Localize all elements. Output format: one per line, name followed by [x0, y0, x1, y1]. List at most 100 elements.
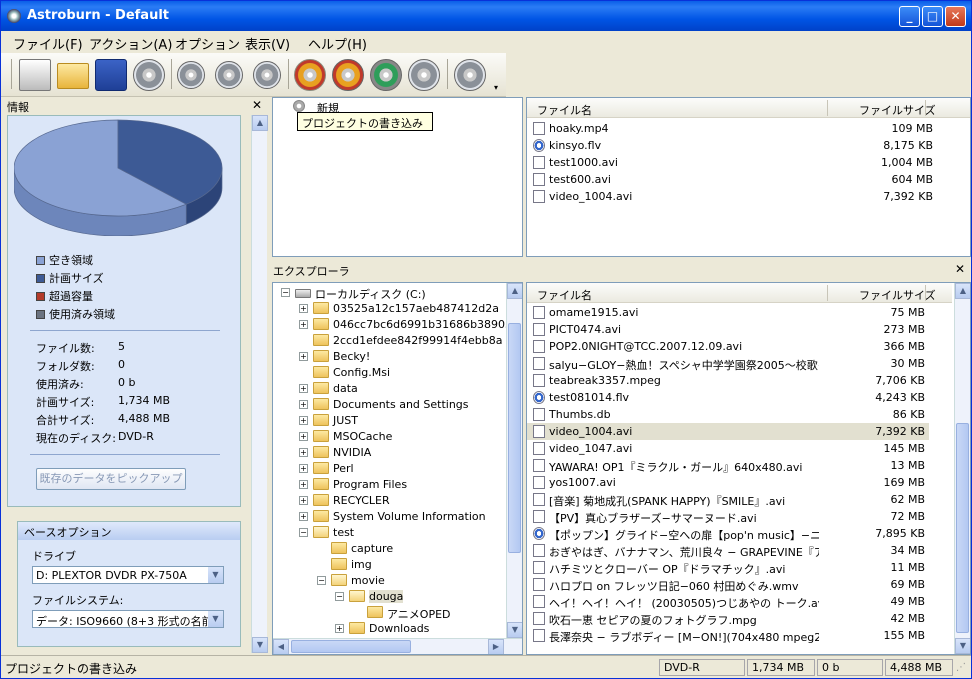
- list-item[interactable]: PICT0474.avi 273 MB: [527, 321, 929, 338]
- list-item[interactable]: salyu−GLOY−熱血！スペシャ中学学園祭2005〜校歌−... 30 MB: [527, 355, 929, 372]
- expand-icon[interactable]: +: [299, 496, 308, 505]
- tree-item[interactable]: + Perl: [273, 461, 505, 477]
- tree-item[interactable]: 2ccd1efdee842f99914f4ebb8a: [273, 333, 505, 349]
- tools-icon[interactable]: [454, 59, 486, 91]
- list-item[interactable]: test600.avi 604 MB: [527, 171, 937, 188]
- chevron-down-icon[interactable]: ▼: [208, 567, 223, 583]
- collapse-icon[interactable]: −: [317, 576, 326, 585]
- folder-tree[interactable]: − ローカルディスク (C:) +03525a12c157aeb487412d2a +…: [272, 282, 523, 655]
- tree-item[interactable]: + JUST: [273, 413, 505, 429]
- tree-item[interactable]: + Downloads: [273, 621, 505, 637]
- list-item[interactable]: test1000.avi 1,004 MB: [527, 154, 937, 171]
- column-divider[interactable]: [925, 285, 926, 301]
- burn-image-icon[interactable]: [332, 59, 364, 91]
- list-item[interactable]: ハロプロ on フレッツ日記−060 村田めぐみ.wmv 69 MB: [527, 576, 929, 593]
- tree-hscrollbar[interactable]: ◀ ▶: [273, 638, 522, 654]
- open-folder-icon[interactable]: [57, 63, 89, 89]
- column-divider[interactable]: [827, 285, 828, 301]
- project-file-list[interactable]: ファイル名 ファイルサイズ hoaky.mp4 109 MB kinsyo.flv 8…: [526, 97, 971, 257]
- menu-file[interactable]: ファイル(F): [13, 34, 83, 53]
- collapse-icon[interactable]: −: [335, 592, 344, 601]
- title-bar[interactable]: Astroburn - Default _ □ ✕: [1, 1, 971, 31]
- scroll-down-icon[interactable]: ▼: [955, 638, 970, 654]
- expand-icon[interactable]: +: [299, 400, 308, 409]
- scroll-thumb[interactable]: [508, 323, 521, 553]
- list-item[interactable]: hoaky.mp4 109 MB: [527, 120, 937, 137]
- scroll-thumb[interactable]: [956, 423, 969, 633]
- tree-item[interactable]: − movie: [273, 573, 505, 589]
- explorer-file-list[interactable]: ファイル名 ファイルサイズ omame1915.avi 75 MB PICT0474…: [526, 282, 971, 655]
- chevron-down-icon[interactable]: ▼: [208, 611, 223, 627]
- tree-item[interactable]: + Becky!: [273, 349, 505, 365]
- list-item[interactable]: video_1004.avi 7,392 KB: [527, 423, 929, 440]
- tree-item[interactable]: + System Volume Information: [273, 509, 505, 525]
- list-item[interactable]: おぎやはぎ、バナナマン、荒川良々 − GRAPEVINE『アダ... 34 MB: [527, 542, 929, 559]
- expand-icon[interactable]: +: [335, 624, 344, 633]
- expand-icon[interactable]: +: [299, 416, 308, 425]
- tree-item[interactable]: img: [273, 557, 505, 573]
- info-close-icon[interactable]: ✕: [252, 98, 262, 112]
- tree-item[interactable]: + Documents and Settings: [273, 397, 505, 413]
- tree-item[interactable]: + Program Files: [273, 477, 505, 493]
- scroll-thumb[interactable]: [291, 640, 411, 653]
- column-divider[interactable]: [827, 100, 828, 116]
- scroll-up-icon[interactable]: ▲: [252, 115, 268, 131]
- list-item[interactable]: Thumbs.db 86 KB: [527, 406, 929, 423]
- menu-options[interactable]: オプション: [175, 34, 240, 53]
- minimize-button[interactable]: _: [899, 6, 920, 27]
- tree-item[interactable]: +03525a12c157aeb487412d2a: [273, 301, 505, 317]
- expand-icon[interactable]: +: [299, 352, 308, 361]
- list-item[interactable]: kinsyo.flv 8,175 KB: [527, 137, 937, 154]
- list-item[interactable]: 【ポップン】グライド−空への扉【pop'n music】−ニコニコ動画... 7,…: [527, 525, 929, 542]
- collapse-icon[interactable]: −: [299, 528, 308, 537]
- pick-existing-data-button[interactable]: 既存のデータをピックアップ: [36, 468, 186, 490]
- scroll-up-icon[interactable]: ▲: [955, 283, 970, 299]
- file-list-scrollbar[interactable]: ▲ ▼: [954, 283, 970, 654]
- save-icon[interactable]: [95, 59, 127, 91]
- collapse-icon[interactable]: −: [281, 288, 290, 297]
- eject-icon[interactable]: [253, 61, 281, 89]
- erase-icon[interactable]: [177, 61, 205, 89]
- expand-icon[interactable]: +: [299, 304, 308, 313]
- filesystem-select[interactable]: データ: ISO9660 (8+3 形式の名前) ▼: [32, 610, 224, 628]
- column-filename[interactable]: ファイル名: [537, 287, 592, 303]
- list-item[interactable]: omame1915.avi 75 MB: [527, 304, 929, 321]
- tree-item[interactable]: + RECYCLER: [273, 493, 505, 509]
- tree-item[interactable]: アニメOPED: [273, 605, 505, 621]
- blank-disc-icon[interactable]: [408, 59, 440, 91]
- tree-item[interactable]: +046cc7bc6d6991b31686b38903: [273, 317, 512, 333]
- list-item[interactable]: 吹石一恵 セピアの夏のフォトグラフ.mpg 42 MB: [527, 610, 929, 627]
- resize-grip-icon[interactable]: ⋰: [956, 662, 966, 673]
- scroll-down-icon[interactable]: ▼: [507, 622, 522, 638]
- left-scrollbar[interactable]: ▲ ▼: [251, 115, 268, 653]
- expand-icon[interactable]: +: [299, 320, 308, 329]
- scroll-up-icon[interactable]: ▲: [507, 283, 522, 299]
- maximize-button[interactable]: □: [922, 6, 943, 27]
- expand-icon[interactable]: +: [299, 480, 308, 489]
- list-item[interactable]: teabreak3357.mpeg 7,706 KB: [527, 372, 929, 389]
- scroll-right-icon[interactable]: ▶: [488, 639, 504, 654]
- list-item[interactable]: POP2.0NIGHT@TCC.2007.12.09.avi 366 MB: [527, 338, 929, 355]
- column-filename[interactable]: ファイル名: [537, 102, 592, 118]
- tree-item[interactable]: + MSOCache: [273, 429, 505, 445]
- disc-info-icon[interactable]: [215, 61, 243, 89]
- drive-select[interactable]: D: PLEXTOR DVDR PX-750A ▼: [32, 566, 224, 584]
- drive-icon[interactable]: [19, 59, 51, 91]
- expand-icon[interactable]: +: [299, 384, 308, 393]
- list-item[interactable]: ハチミツとクローバー OP『ドラマチック』.avi 11 MB: [527, 559, 929, 576]
- list-item[interactable]: test081014.flv 4,243 KB: [527, 389, 929, 406]
- list-item[interactable]: 長澤奈央 − ラブボディー [M−ON!](704x480 mpeg2).mpg…: [527, 627, 929, 644]
- tree-item[interactable]: − ローカルディスク (C:): [273, 285, 505, 301]
- tree-item[interactable]: + data: [273, 381, 505, 397]
- expand-icon[interactable]: +: [299, 432, 308, 441]
- menu-action[interactable]: アクション(A): [89, 34, 172, 53]
- list-item[interactable]: YAWARA! OP1『ミラクル・ガール』640x480.avi 13 MB: [527, 457, 929, 474]
- tree-scrollbar[interactable]: ▲ ▼: [506, 283, 522, 638]
- expand-icon[interactable]: +: [299, 464, 308, 473]
- list-item[interactable]: ヘイ！ヘイ！ヘイ！ (20030505)つじあやの トーク.avi 49 MB: [527, 593, 929, 610]
- expand-icon[interactable]: +: [299, 512, 308, 521]
- tree-item[interactable]: Config.Msi: [273, 365, 505, 381]
- copy-disc-icon[interactable]: [370, 59, 402, 91]
- scroll-left-icon[interactable]: ◀: [273, 639, 289, 654]
- burn-project-icon[interactable]: [294, 59, 326, 91]
